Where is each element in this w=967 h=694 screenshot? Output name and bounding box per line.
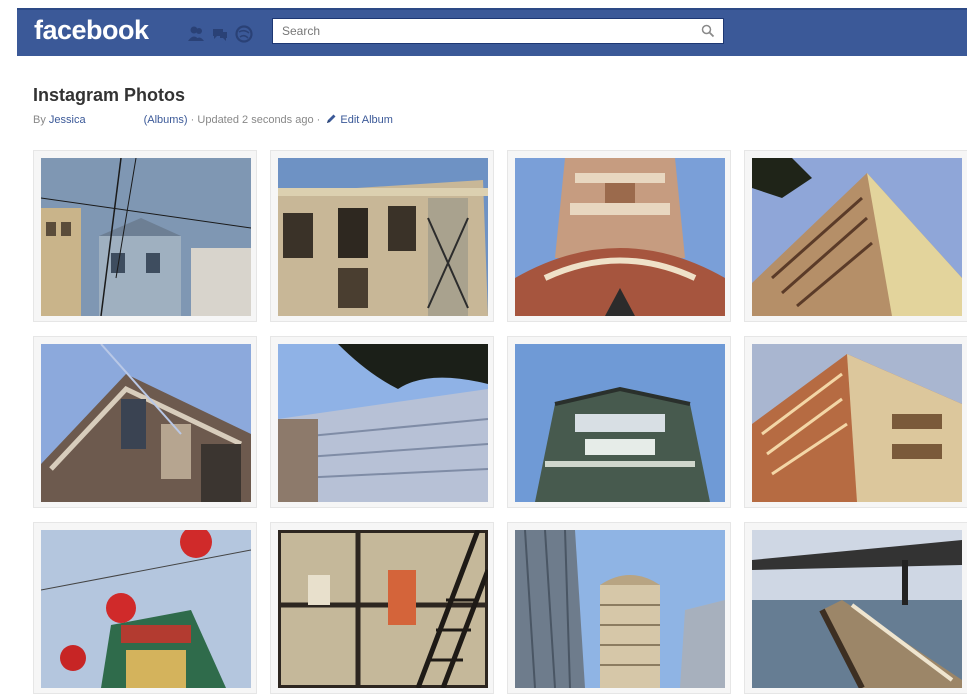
photo-image [41,158,251,316]
notifications-icon[interactable] [235,25,253,43]
edit-album-link[interactable]: Edit Album [340,114,393,126]
photo-thumbnail[interactable] [744,522,967,694]
photo-grid [33,150,967,694]
photo-thumbnail[interactable] [270,150,494,322]
photo-thumbnail[interactable] [33,150,257,322]
photo-image [278,158,488,316]
by-label: By [33,114,46,126]
search-input[interactable]: Search [272,18,724,44]
photo-thumbnail[interactable] [33,336,257,508]
photo-image [752,344,962,502]
photo-image [515,344,725,502]
photo-image [752,158,962,316]
photo-image [278,344,488,502]
photo-image [41,530,251,688]
photo-thumbnail[interactable] [744,150,967,322]
photo-image [752,530,962,688]
search-icon[interactable] [701,24,715,38]
photo-image [41,344,251,502]
search-placeholder: Search [282,24,321,38]
pencil-icon [327,114,336,123]
updated-text: · Updated 2 seconds ago · [187,114,324,126]
friend-requests-icon[interactable] [187,25,205,43]
facebook-logo[interactable]: facebook [34,15,149,46]
photo-thumbnail[interactable] [270,336,494,508]
album-meta: By Jessica (Albums) · Updated 2 seconds a… [33,113,393,126]
album-title: Instagram Photos [33,85,186,105]
notification-jewels [187,25,253,43]
albums-link[interactable]: (Albums) [144,114,188,126]
photo-image [515,158,725,316]
photo-thumbnail[interactable] [744,336,967,508]
album-author-link[interactable]: Jessica [49,114,86,126]
photo-thumbnail[interactable] [507,150,731,322]
messages-icon[interactable] [211,25,229,43]
photo-image [515,530,725,688]
photo-thumbnail[interactable] [33,522,257,694]
photo-thumbnail[interactable] [270,522,494,694]
photo-image [278,530,488,688]
photo-thumbnail[interactable] [507,522,731,694]
top-navigation-bar: facebook Search [17,8,967,56]
photo-thumbnail[interactable] [507,336,731,508]
